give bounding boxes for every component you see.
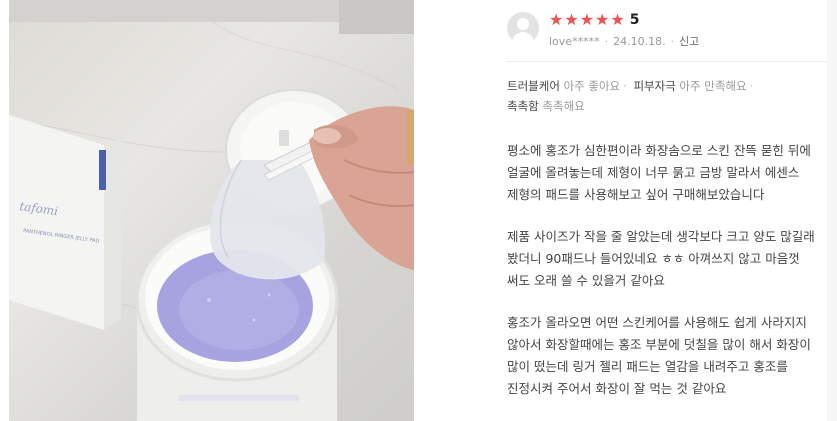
avatar-head-icon bbox=[517, 18, 529, 30]
avatar-body-icon bbox=[512, 32, 534, 44]
tag-key: 촉촉함 bbox=[507, 99, 539, 113]
meta-separator: · bbox=[670, 35, 675, 48]
star-icon: ★ bbox=[549, 10, 564, 29]
review-date: 24.10.18. bbox=[613, 35, 666, 48]
tag-separator: · bbox=[749, 79, 754, 93]
review-photo[interactable]: tafomi PANTHENOL RINGER JELLY PAD bbox=[9, 0, 414, 421]
star-icon: ★ bbox=[579, 10, 595, 29]
tag-separator: · bbox=[623, 79, 627, 93]
report-link[interactable]: 신고 bbox=[679, 35, 699, 48]
tag-key: 피부자극 bbox=[633, 79, 676, 93]
scrollbar[interactable] bbox=[827, 0, 837, 421]
review-tags: 트러블케어 아주 좋아요 · 피부자극 아주 만족해요 · 촉촉함 촉촉해요 bbox=[507, 76, 807, 116]
product-photo-illustration: tafomi PANTHENOL RINGER JELLY PAD bbox=[9, 0, 414, 421]
review-panel: ★ ★ ★ ★ ★ 5 love***** · 24.10.18. · 신고 트러블케어… bbox=[483, 0, 837, 421]
review-body: 평소에 홍조가 심한편이라 화장솜으로 스킨 잔뜩 묻힌 뒤에 얼굴에 올려놓는… bbox=[507, 140, 819, 400]
star-icon: ★ bbox=[564, 10, 579, 29]
divider bbox=[506, 61, 834, 62]
tag-value: 아주 만족해요 bbox=[679, 79, 747, 93]
meta-separator: · bbox=[604, 35, 609, 48]
star-icon: ★ bbox=[595, 10, 610, 29]
review-meta: love***** · 24.10.18. · 신고 bbox=[549, 33, 699, 49]
review-paragraph: 홍조가 올라오면 어떤 스킨케어를 사용해도 쉽게 사라지지 않아서 화장할때에… bbox=[507, 315, 811, 396]
review-paragraph: 제품 사이즈가 작을 줄 알았는데 생각보다 크고 양도 많길래 봤더니 90패… bbox=[507, 229, 815, 288]
tag-value: 아주 좋아요 bbox=[563, 79, 621, 93]
star-icon: ★ bbox=[610, 10, 625, 29]
avatar[interactable] bbox=[507, 12, 539, 44]
star-rating: ★ ★ ★ ★ ★ 5 bbox=[549, 11, 639, 29]
tag-value: 촉촉해요 bbox=[542, 99, 585, 113]
rating-score: 5 bbox=[629, 12, 640, 28]
reviewer-name: love***** bbox=[549, 35, 600, 48]
tag-key: 트러블케어 bbox=[507, 79, 560, 93]
review-paragraph: 평소에 홍조가 심한편이라 화장솜으로 스킨 잔뜩 묻힌 뒤에 얼굴에 올려놓는… bbox=[507, 143, 811, 202]
